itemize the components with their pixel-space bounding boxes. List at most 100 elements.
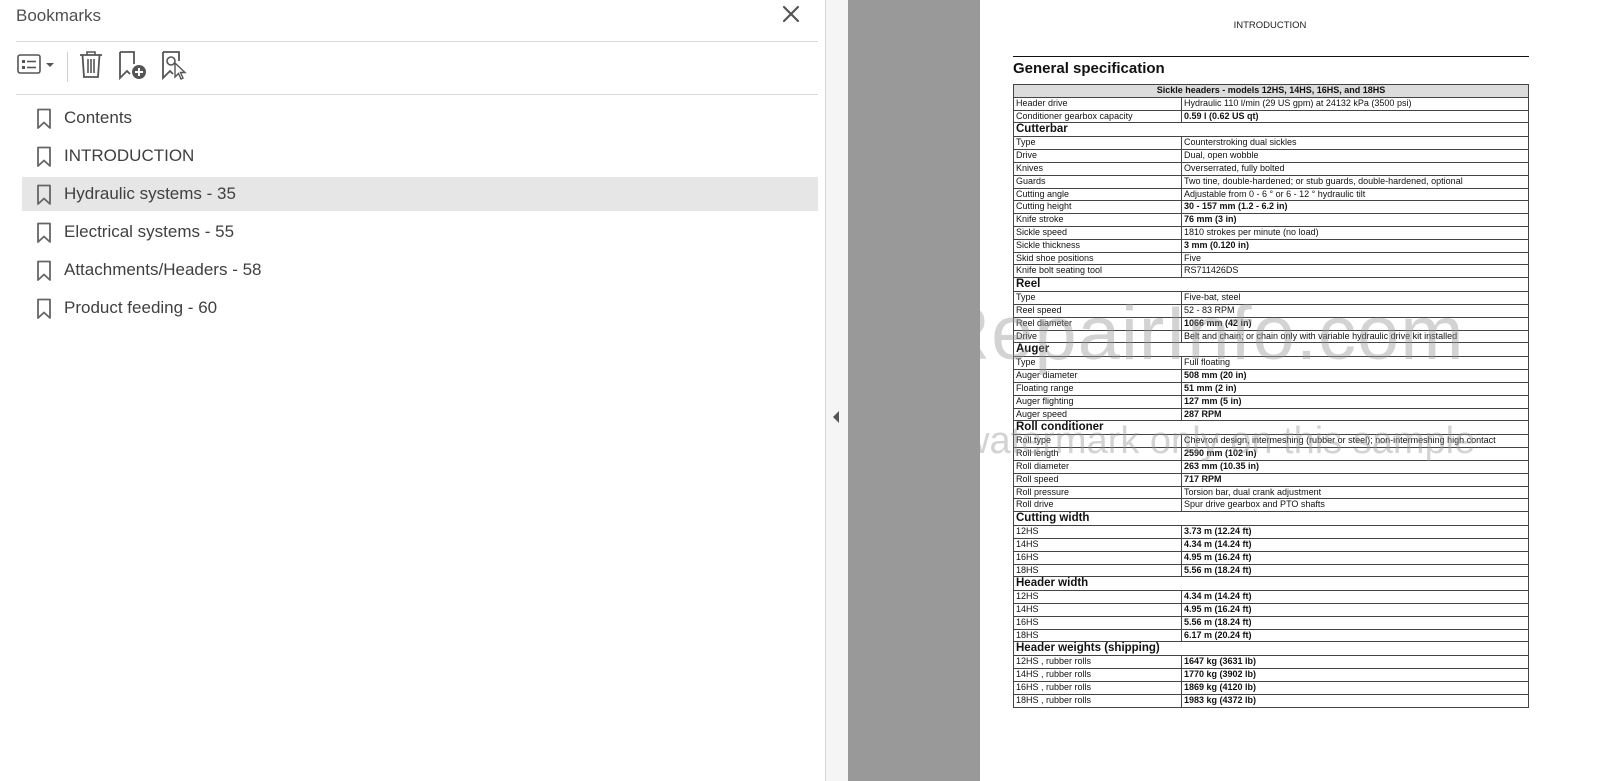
spec-row: Header drive Hydraulic 110 l/min (29 US g… <box>1013 96 1529 111</box>
document-page: INTRODUCTION General specification Sickl… <box>980 0 1608 781</box>
bookmark-icon <box>36 298 52 320</box>
spec-table: Sickle headers - models 12HS, 14HS, 16HS… <box>1013 84 1529 708</box>
bookmark-item[interactable]: INTRODUCTION <box>22 139 818 173</box>
spec-key: Roll drive <box>1013 498 1182 513</box>
spec-value: 4.34 m (14.24 ft) <box>1181 590 1529 605</box>
spec-key: Conditioner gearbox capacity <box>1013 109 1182 124</box>
spec-row: Auger speed 287 RPM <box>1013 407 1529 422</box>
bookmark-item[interactable]: Attachments/Headers - 58 <box>22 253 818 287</box>
spec-row: Roll pressure Torsion bar, dual crank adj… <box>1013 485 1529 500</box>
spec-row: Type Full floating <box>1013 356 1529 371</box>
spec-row: Roll diameter 263 mm (10.35 in) <box>1013 459 1529 474</box>
spec-value: Dual, open wobble <box>1181 149 1529 163</box>
spec-value: 1810 strokes per minute (no load) <box>1181 225 1529 240</box>
spec-row: Cutting height 30 - 157 mm (1.2 - 6.2 in) <box>1013 200 1529 215</box>
spec-value: 263 mm (10.35 in) <box>1181 459 1529 474</box>
spec-value: 1066 mm (42 in) <box>1181 316 1529 331</box>
section-heading: Header width <box>1013 576 1529 592</box>
spec-value: Belt and chain; or chain only with varia… <box>1181 329 1529 344</box>
section-row: Cutting width <box>1013 511 1529 527</box>
spec-key: Floating range <box>1013 381 1182 396</box>
bookmark-label: INTRODUCTION <box>64 146 195 165</box>
spec-row: Skid shoe positions Five <box>1013 251 1529 266</box>
spec-key: 12HS <box>1013 590 1182 605</box>
spec-key: Reel speed <box>1013 303 1182 318</box>
spec-value: 3.73 m (12.24 ft) <box>1181 525 1529 539</box>
new-bookmark-button[interactable] <box>117 50 149 84</box>
spec-value: 287 RPM <box>1181 407 1529 422</box>
bookmark-label: Attachments/Headers - 58 <box>64 260 262 279</box>
spec-key: Auger flighting <box>1013 394 1182 409</box>
bookmark-label: Product feeding - 60 <box>64 298 218 317</box>
spec-row: Cutting angle Adjustable from 0 - 6 ° or … <box>1013 187 1529 202</box>
spec-key: 14HS , rubber rolls <box>1013 668 1182 683</box>
bookmark-icon <box>36 108 52 130</box>
section-heading: Header weights (shipping) <box>1013 641 1529 657</box>
trash-icon <box>76 48 106 87</box>
spec-value: 4.95 m (16.24 ft) <box>1181 550 1529 565</box>
panel-title: Bookmarks <box>16 6 102 25</box>
spec-row: 12HS , rubber rolls 1647 kg (3631 lb) <box>1013 655 1529 670</box>
spec-row: Knife stroke 76 mm (3 in) <box>1013 213 1529 227</box>
spec-row: Reel diameter 1066 mm (42 in) <box>1013 316 1529 331</box>
spec-key: Sickle thickness <box>1013 238 1182 253</box>
spec-row: Knife bolt seating tool RS711426DS <box>1013 264 1529 279</box>
bookmark-item[interactable]: Product feeding - 60 <box>22 291 818 325</box>
spec-row: 14HS , rubber rolls 1770 kg (3902 lb) <box>1013 668 1529 683</box>
spec-key: Cutting angle <box>1013 187 1182 202</box>
spec-value: 52 - 83 RPM <box>1181 303 1529 318</box>
bookmarks-panel: Bookmarks Contents INTRODUCTION Hydrauli… <box>0 0 826 781</box>
spec-value: Full floating <box>1181 356 1529 371</box>
spec-row: Type Five-bat, steel <box>1013 291 1529 305</box>
spec-value: 1869 kg (4120 lb) <box>1181 681 1529 695</box>
spec-row: 18HS 6.17 m (20.24 ft) <box>1013 628 1529 643</box>
spec-key: Type <box>1013 356 1182 371</box>
document-title: General specification <box>1013 60 1165 77</box>
spec-row: Auger diameter 508 mm (20 in) <box>1013 369 1529 383</box>
bookmark-icon <box>36 222 52 244</box>
spec-row: Roll length 2590 mm (102 in) <box>1013 447 1529 461</box>
collapse-panel-icon[interactable] <box>831 410 841 424</box>
spec-key: Roll speed <box>1013 472 1182 487</box>
spec-key: 18HS <box>1013 563 1182 578</box>
bookmark-icon <box>36 146 52 168</box>
spec-key: 12HS , rubber rolls <box>1013 655 1182 670</box>
spec-value: Adjustable from 0 - 6 ° or 6 - 12 ° hydr… <box>1181 187 1529 202</box>
spec-key: Type <box>1013 136 1182 151</box>
spec-key: Drive <box>1013 149 1182 163</box>
spec-value: 1647 kg (3631 lb) <box>1181 655 1529 670</box>
section-row: Roll conditioner <box>1013 420 1529 436</box>
options-menu-button[interactable] <box>16 50 58 84</box>
spec-key: Knife bolt seating tool <box>1013 264 1182 279</box>
section-heading: Cutterbar <box>1013 122 1529 138</box>
spec-key: 14HS <box>1013 537 1182 552</box>
spec-row: 14HS 4.34 m (14.24 ft) <box>1013 537 1529 552</box>
bookmark-item[interactable]: Electrical systems - 55 <box>22 215 818 249</box>
spec-row: Roll drive Spur drive gearbox and PTO sha… <box>1013 498 1529 513</box>
delete-bookmark-button[interactable] <box>76 50 106 84</box>
spec-value: 30 - 157 mm (1.2 - 6.2 in) <box>1181 200 1529 215</box>
spec-value: 2590 mm (102 in) <box>1181 447 1529 461</box>
spec-row: 16HS 4.95 m (16.24 ft) <box>1013 550 1529 565</box>
bookmark-item[interactable]: Contents <box>22 101 818 135</box>
spec-row: Drive Dual, open wobble <box>1013 149 1529 163</box>
toolbar-separator <box>67 52 68 82</box>
spec-row: Roll speed 717 RPM <box>1013 472 1529 487</box>
close-icon[interactable] <box>781 4 801 24</box>
spec-value: Torsion bar, dual crank adjustment <box>1181 485 1529 500</box>
bookmark-label: Hydraulic systems - 35 <box>64 184 236 203</box>
spec-key: 18HS , rubber rolls <box>1013 693 1182 708</box>
table-title-row: Sickle headers - models 12HS, 14HS, 16HS… <box>1013 84 1529 98</box>
panel-splitter[interactable] <box>826 0 848 781</box>
spec-value: 1983 kg (4372 lb) <box>1181 693 1529 708</box>
bookmark-selection-button[interactable] <box>160 50 190 84</box>
spec-value: 4.34 m (14.24 ft) <box>1181 537 1529 552</box>
spec-key: Reel diameter <box>1013 316 1182 331</box>
spec-key: Drive <box>1013 329 1182 344</box>
spec-row: Reel speed 52 - 83 RPM <box>1013 303 1529 318</box>
spec-key: Header drive <box>1013 96 1182 111</box>
spec-row: 18HS 5.56 m (18.24 ft) <box>1013 563 1529 578</box>
document-background <box>848 0 980 781</box>
spec-key: 12HS <box>1013 525 1182 539</box>
bookmark-item[interactable]: Hydraulic systems - 35 <box>22 177 818 211</box>
